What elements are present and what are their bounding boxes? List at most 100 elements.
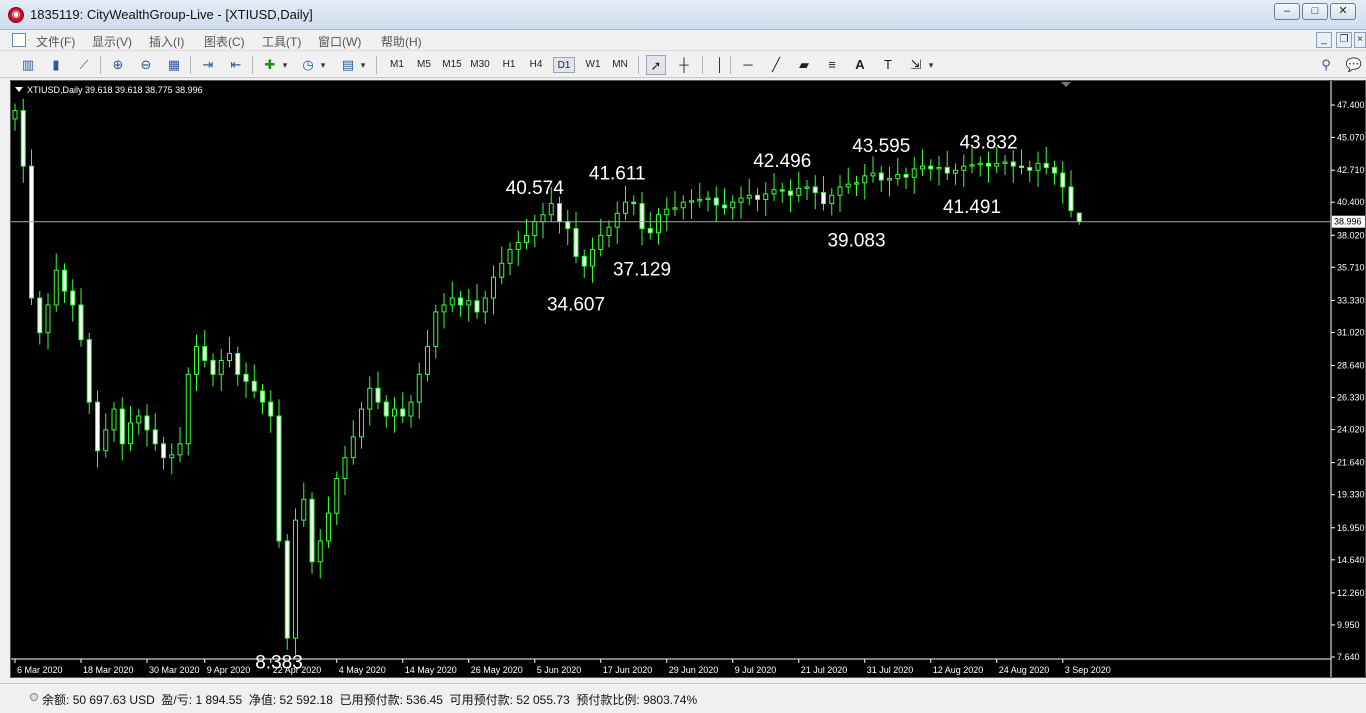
- candle: [986, 162, 991, 167]
- candle: [895, 173, 901, 180]
- y-tick-label: 31.020: [1337, 327, 1365, 337]
- fibonacci-icon[interactable]: ≡: [822, 55, 842, 75]
- x-tick-label: 12 Aug 2020: [933, 665, 984, 675]
- candle: [293, 519, 298, 639]
- candle: [911, 168, 917, 178]
- dropdown-arrow-icon[interactable]: ▾: [358, 55, 368, 75]
- cursor-arrow-icon[interactable]: ➚: [646, 55, 666, 75]
- indicators-icon[interactable]: ✚: [260, 55, 280, 75]
- candle: [458, 297, 463, 306]
- zoom-out-icon[interactable]: ⊖: [136, 55, 156, 75]
- title-bar[interactable]: ◉ 1835119: CityWealthGroup-Live - [XTIUS…: [0, 0, 1366, 30]
- candle: [301, 498, 307, 521]
- menu-file[interactable]: 文件(F): [36, 33, 75, 50]
- minimize-button[interactable]: –: [1274, 3, 1300, 20]
- menu-help[interactable]: 帮助(H): [381, 33, 422, 50]
- auto-scroll-icon[interactable]: ⇥: [198, 55, 218, 75]
- candlestick-chart-icon[interactable]: ▮: [46, 55, 66, 75]
- candle: [400, 408, 406, 417]
- templates-icon[interactable]: ▤: [338, 55, 358, 75]
- candlestick-chart[interactable]: XTIUSD,Daily 39.618 39.618 38.775 38.996…: [11, 81, 1366, 678]
- zoom-in-icon[interactable]: ⊕: [108, 55, 128, 75]
- candle: [408, 401, 414, 417]
- candle: [202, 346, 208, 361]
- bar-chart-icon[interactable]: ▥: [18, 55, 38, 75]
- y-tick-label: 45.070: [1337, 132, 1365, 142]
- menu-view[interactable]: 显示(V): [92, 33, 132, 50]
- horizontal-line-icon[interactable]: ─: [738, 55, 758, 75]
- text-label-icon[interactable]: A: [850, 55, 870, 75]
- candle: [598, 235, 604, 250]
- candle: [1019, 165, 1024, 169]
- timeframe-d1[interactable]: D1: [553, 57, 575, 73]
- timeframe-h1[interactable]: H1: [497, 57, 521, 73]
- maximize-button[interactable]: □: [1302, 3, 1328, 20]
- timeframe-m30[interactable]: M30: [467, 57, 493, 73]
- candle: [309, 498, 315, 563]
- price-annotation: 34.607: [547, 295, 605, 316]
- search-icon[interactable]: ⚲: [1316, 55, 1336, 75]
- child-restore-button[interactable]: ❐: [1336, 32, 1352, 48]
- candle: [631, 201, 637, 205]
- toolbar-separator: [638, 56, 639, 74]
- balance-value: 50 697.63 USD: [72, 693, 155, 707]
- price-annotation: 40.574: [506, 178, 565, 199]
- x-tick-label: 24 Aug 2020: [999, 665, 1050, 675]
- timeframe-m5[interactable]: M5: [412, 57, 436, 73]
- channel-icon[interactable]: ▰: [794, 55, 814, 75]
- periods-clock-icon[interactable]: ◷: [298, 55, 318, 75]
- toolbar-separator: [100, 56, 101, 74]
- crosshair-icon[interactable]: ┼: [674, 55, 694, 75]
- dropdown-arrow-icon[interactable]: ▾: [926, 55, 936, 75]
- y-tick-label: 19.330: [1337, 490, 1365, 500]
- candle: [746, 194, 752, 199]
- document-icon[interactable]: [12, 33, 26, 47]
- x-tick-label: 26 May 2020: [471, 665, 523, 675]
- timeframe-m15[interactable]: M15: [439, 57, 465, 73]
- vertical-line-icon[interactable]: │: [710, 55, 730, 75]
- candle: [350, 436, 356, 459]
- text-box-icon[interactable]: T: [878, 55, 898, 75]
- menu-window[interactable]: 窗口(W): [318, 33, 361, 50]
- window-title: 1835119: CityWealthGroup-Live - [XTIUSD,…: [30, 7, 313, 22]
- timeframe-w1[interactable]: W1: [581, 57, 605, 73]
- y-tick-label: 21.640: [1337, 458, 1365, 468]
- candle: [161, 443, 166, 459]
- candle: [664, 208, 670, 216]
- tile-windows-icon[interactable]: ▦: [164, 55, 184, 75]
- timeframe-m1[interactable]: M1: [385, 57, 409, 73]
- y-tick-label: 24.020: [1337, 425, 1365, 435]
- chat-icon[interactable]: 💬: [1344, 55, 1364, 75]
- candle: [994, 162, 1000, 167]
- candle: [870, 172, 876, 177]
- menu-charts[interactable]: 图表(C): [204, 33, 245, 50]
- x-tick-label: 30 Mar 2020: [149, 665, 200, 675]
- child-minimize-button[interactable]: _: [1316, 32, 1332, 48]
- price-chart[interactable]: XTIUSD,Daily 39.618 39.618 38.775 38.996…: [10, 80, 1366, 678]
- candle: [821, 192, 826, 205]
- child-close-button[interactable]: ×: [1354, 32, 1366, 48]
- candle: [590, 248, 595, 267]
- dropdown-arrow-icon[interactable]: ▾: [280, 55, 290, 75]
- current-price-label: 38.996: [1334, 217, 1362, 227]
- line-chart-icon[interactable]: ⟋: [74, 55, 94, 75]
- chart-shift-marker: [1061, 82, 1071, 87]
- candle: [713, 197, 719, 206]
- candle: [392, 408, 397, 417]
- menu-tools[interactable]: 工具(T): [262, 33, 301, 50]
- candle: [185, 373, 191, 445]
- close-button[interactable]: ✕: [1330, 3, 1356, 20]
- margin-value: 536.45: [406, 693, 443, 707]
- y-tick-label: 26.330: [1337, 393, 1365, 403]
- chart-shift-icon[interactable]: ⇤: [226, 55, 246, 75]
- arrows-icon[interactable]: ⇲: [906, 55, 926, 75]
- candle: [29, 165, 34, 299]
- candle: [474, 300, 480, 313]
- timeframe-mn[interactable]: MN: [608, 57, 632, 73]
- equity-value: 52 592.18: [279, 693, 333, 707]
- dropdown-arrow-icon[interactable]: ▾: [318, 55, 328, 75]
- menu-insert[interactable]: 插入(I): [149, 33, 184, 50]
- trendline-icon[interactable]: ╱: [766, 55, 786, 75]
- y-tick-label: 14.640: [1337, 555, 1365, 565]
- timeframe-h4[interactable]: H4: [524, 57, 548, 73]
